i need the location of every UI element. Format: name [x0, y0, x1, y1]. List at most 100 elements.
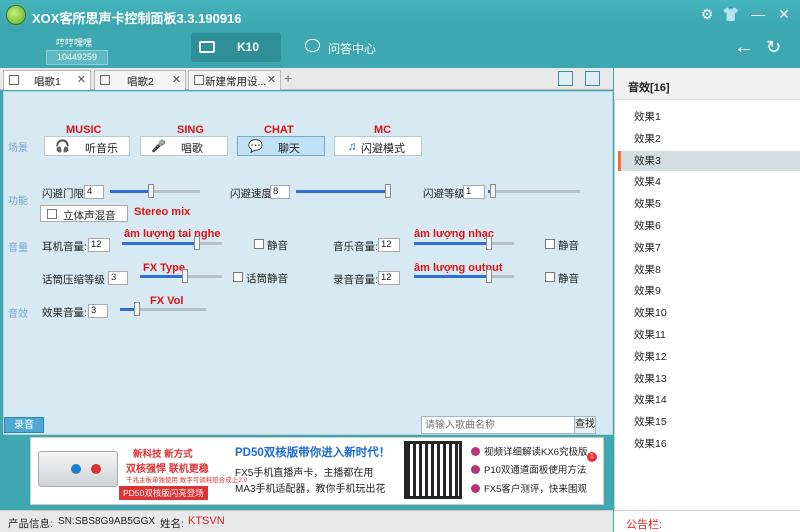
slider-thumb[interactable] [385, 184, 391, 198]
name-label: 姓名: [160, 518, 184, 530]
sound-card-image [38, 451, 118, 487]
refresh-icon[interactable]: ↻ [766, 36, 788, 58]
threshold-value[interactable]: 4 [84, 185, 104, 199]
effect-list-item[interactable]: 效果3 [618, 150, 800, 171]
music-volume-value[interactable]: 12 [378, 238, 400, 252]
record-volume-slider[interactable] [414, 269, 514, 283]
annotation-sing: SING [177, 124, 204, 136]
mic-mute-checkbox[interactable] [233, 272, 243, 282]
mic-compress-value[interactable]: 3 [108, 271, 128, 285]
close-tab-icon[interactable]: ✕ [77, 73, 86, 86]
effect-list-item[interactable]: 效果1 [618, 107, 800, 127]
keyboard-icon [199, 41, 215, 53]
notification-badge: 1 [587, 452, 597, 462]
section-label-effect: 音效 [8, 309, 28, 320]
close-tab-icon[interactable]: ✕ [172, 73, 181, 86]
effect-list-item[interactable]: 效果6 [618, 216, 800, 236]
record-mute-checkbox[interactable] [545, 272, 555, 282]
effect-list-item[interactable]: 效果13 [618, 369, 800, 389]
save-icon[interactable] [585, 71, 600, 86]
back-arrow-icon[interactable]: ← [734, 36, 756, 58]
play-icon [471, 484, 480, 493]
close-tab-icon[interactable]: ✕ [267, 73, 276, 86]
slider-thumb[interactable] [148, 184, 154, 198]
slider-thumb[interactable] [194, 236, 200, 250]
keyboard-icon [194, 75, 204, 85]
effect-list-item[interactable]: 效果12 [618, 347, 800, 367]
notice-label: 公告栏: [626, 519, 663, 531]
effect-volume-slider[interactable] [120, 302, 206, 316]
record-mute-label: 静音 [558, 273, 579, 285]
scene-button-music[interactable]: 🎧 听音乐 [44, 136, 130, 156]
effect-list-item[interactable]: 效果11 [618, 325, 800, 345]
earphone-mute-checkbox[interactable] [254, 239, 264, 249]
slider-thumb[interactable] [486, 236, 492, 250]
ad-text-line1: FX5手机直播声卡，主播都在用 [235, 468, 374, 479]
effect-list-item[interactable]: 效果2 [618, 129, 800, 149]
effect-list-item[interactable]: 效果4 [618, 172, 800, 192]
tab-qa-center[interactable]: 问答中心 [300, 33, 400, 62]
music-mute-checkbox[interactable] [545, 239, 555, 249]
close-icon[interactable]: ✕ [774, 4, 794, 24]
song-search-input[interactable] [421, 416, 575, 434]
name-value: KTSVN [188, 515, 225, 527]
scene-label: 听音乐 [85, 143, 118, 155]
level-label: 闪避等级 [423, 188, 465, 200]
gear-icon[interactable]: ⚙ [697, 4, 717, 24]
search-button[interactable]: 查找 [574, 416, 596, 434]
mic-compress-slider[interactable] [140, 269, 222, 283]
earphone-volume-value[interactable]: 12 [88, 238, 110, 252]
level-value[interactable]: 1 [463, 185, 485, 199]
effect-volume-value[interactable]: 3 [88, 304, 108, 318]
doc-tab-label: 新建常用设... [205, 76, 267, 88]
slider-fill [414, 275, 489, 278]
threshold-slider[interactable] [110, 184, 200, 198]
scene-button-chat[interactable]: 💬 聊天 [237, 136, 325, 156]
document-tab-strip [0, 68, 613, 90]
effect-list-item[interactable]: 效果8 [618, 260, 800, 280]
speed-value[interactable]: 8 [270, 185, 290, 199]
ad-link-2[interactable]: P10双通道面板使用方法 [471, 462, 586, 476]
effect-list-item[interactable]: 效果7 [618, 238, 800, 258]
effect-list-item[interactable]: 效果9 [618, 281, 800, 301]
effect-list-item[interactable]: 效果16 [618, 434, 800, 454]
stereo-mix-check[interactable] [47, 209, 57, 219]
effect-list-item[interactable]: 效果15 [618, 412, 800, 432]
music-volume-slider[interactable] [414, 236, 514, 250]
shirt-icon[interactable]: 👕 [721, 4, 741, 24]
record-button[interactable]: 录音 [4, 417, 44, 433]
doc-tab-1[interactable]: 唱歌1 ✕ [3, 70, 91, 90]
export-icon[interactable] [558, 71, 573, 86]
ad-link-1[interactable]: 视频详细解读KX6究极版 [471, 444, 587, 458]
record-volume-value[interactable]: 12 [378, 271, 400, 285]
slider-thumb[interactable] [486, 269, 492, 283]
add-tab-icon[interactable]: + [284, 70, 292, 86]
threshold-label: 闪避门限 [42, 188, 84, 200]
speed-label: 闪避速度 [230, 188, 272, 200]
level-slider[interactable] [488, 184, 580, 198]
chat-bubble-icon: 💬 [248, 139, 263, 153]
scene-button-sing[interactable]: 🎤 唱歌 [140, 136, 228, 156]
doc-tab-3[interactable]: 新建常用设... ✕ [188, 70, 281, 90]
minimize-icon[interactable]: — [748, 4, 768, 24]
header-bar [0, 30, 800, 66]
earphone-volume-slider[interactable] [122, 236, 222, 250]
slider-thumb[interactable] [134, 302, 140, 316]
qr-code-image [404, 441, 462, 499]
ad-banner[interactable]: 新科技 新方式 双核强悍 联机更稳 千兆主板单独使用 数字可调耗赔合成上2.0 … [30, 437, 604, 505]
slider-thumb[interactable] [182, 269, 188, 283]
effect-list-item[interactable]: 效果10 [618, 303, 800, 323]
scene-button-mc[interactable]: ♫ 闪避模式 [334, 136, 422, 156]
effect-list-item[interactable]: 效果14 [618, 390, 800, 410]
ad-link-3[interactable]: FX5客户测评，快来围观 [471, 481, 587, 495]
doc-tab-2[interactable]: 唱歌2 ✕ [94, 70, 186, 90]
sidebar-title: 音效[16] [628, 82, 670, 94]
mic-mute-label: 话筒静音 [246, 273, 288, 285]
keyboard-icon [100, 75, 110, 85]
ad-link-label: P10双通道面板使用方法 [484, 465, 587, 476]
stereo-mix-checkbox[interactable]: 立体声混音 [40, 205, 128, 222]
effect-list-item[interactable]: 效果5 [618, 194, 800, 214]
speed-slider[interactable] [296, 184, 391, 198]
tab-k10[interactable]: K10 [191, 33, 281, 62]
slider-thumb[interactable] [490, 184, 496, 198]
